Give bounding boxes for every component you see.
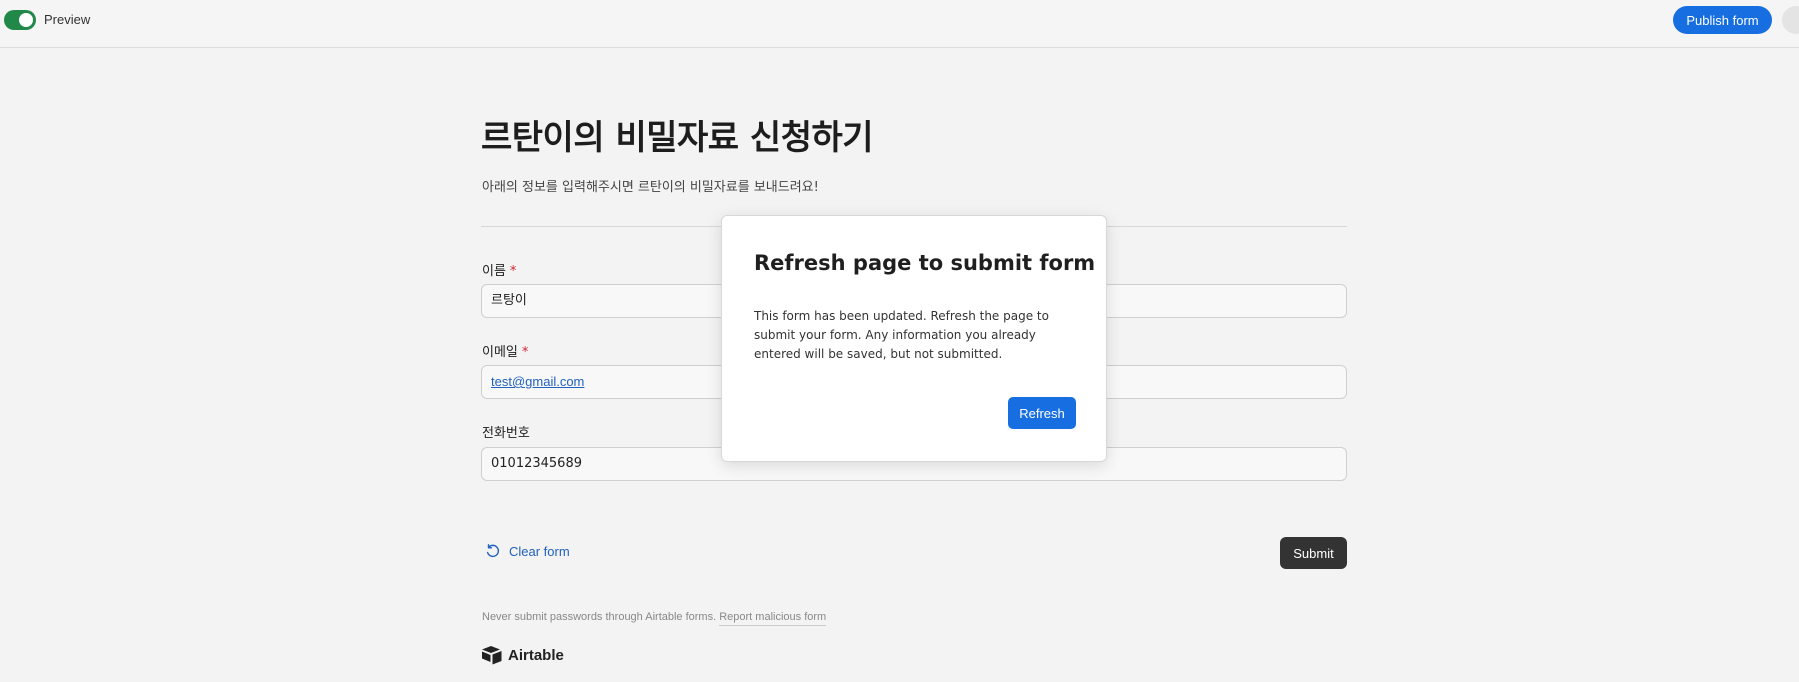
toggle-knob [19,13,33,27]
field-label-email: 이메일 * [482,341,528,360]
account-avatar[interactable] [1782,6,1799,34]
footer-note: Never submit passwords through Airtable … [482,611,827,626]
dialog-title: Refresh page to submit form [754,251,1096,275]
publish-form-button[interactable]: Publish form [1673,6,1772,34]
report-malicious-link[interactable]: Report malicious form [719,611,827,626]
airtable-logo[interactable]: Airtable [481,645,564,665]
field-label-name: 이름 * [482,260,516,279]
dialog-body: This form has been updated. Refresh the … [754,309,1049,361]
airtable-logo-icon [482,646,502,665]
form-description: 아래의 정보를 입력해주시면 르탄이의 비밀자료를 보내드려요! [482,180,819,195]
footer-note-text: Never submit passwords through Airtable … [482,611,717,623]
form-title: 르탄이의 비밀자료 신청하기 [481,118,874,158]
brand-name: Airtable [508,646,564,664]
field-label-phone: 전화번호 [482,422,530,441]
required-marker: * [509,264,517,279]
clear-form-button[interactable]: Clear form [485,543,570,559]
clear-form-label: Clear form [509,543,570,559]
preview-toggle[interactable] [4,10,36,30]
submit-button[interactable]: Submit [1280,537,1347,569]
top-bar: Preview Publish form [0,0,1799,48]
field-label-text: 이름 [482,264,506,279]
preview-label: Preview [44,12,91,27]
field-label-text: 전화번호 [482,426,530,441]
field-label-text: 이메일 [482,345,518,360]
refresh-button[interactable]: Refresh [1008,397,1076,429]
refresh-dialog: Refresh page to submit form This form ha… [721,215,1107,462]
undo-icon [486,544,500,558]
required-marker: * [521,345,529,360]
